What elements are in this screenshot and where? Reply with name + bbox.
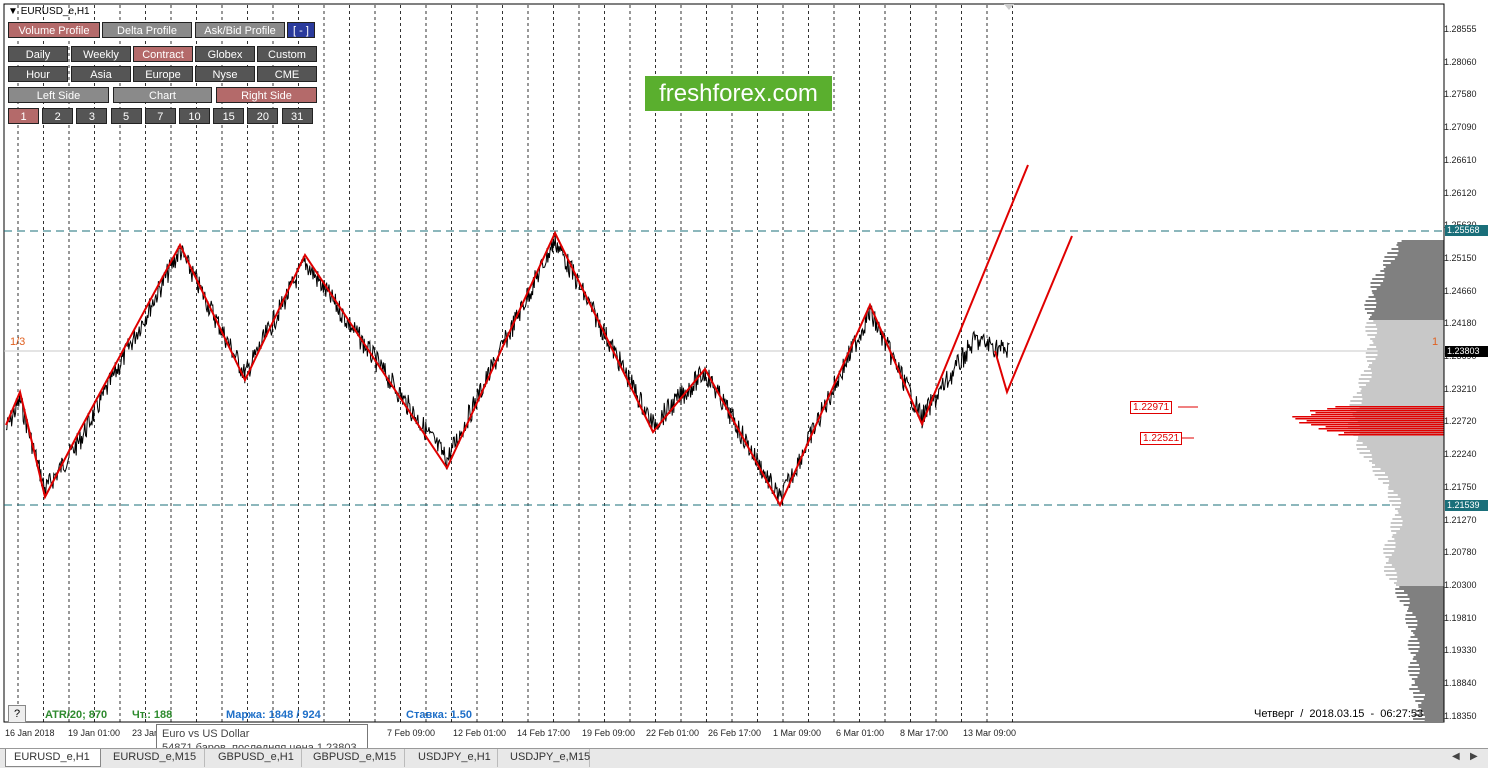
mode-button-3[interactable]: [ - ] <box>287 22 315 38</box>
time-tick-label: 8 Mar 17:00 <box>900 728 949 738</box>
price-tick-label: 1.18840 <box>1444 678 1477 688</box>
count-button-2[interactable]: 2 <box>42 108 74 124</box>
time-tick-label: 19 Feb 09:00 <box>582 728 636 738</box>
tooltip-line-1: Euro vs US Dollar <box>162 728 250 740</box>
time-tick-label: 7 Feb 09:00 <box>387 728 436 738</box>
price-tick-label: 1.26610 <box>1444 154 1477 165</box>
price-tick-label: 1.20780 <box>1444 547 1477 558</box>
time-tick-label: 16 Jan 2018 <box>5 728 55 738</box>
time-tick-label: 22 Feb 01:00 <box>646 728 700 738</box>
side-button-left-side[interactable]: Left Side <box>8 87 109 103</box>
count-button-15[interactable]: 15 <box>213 108 245 124</box>
time-tick-label: 12 Feb 01:00 <box>453 728 507 738</box>
session-button-nyse[interactable]: Nyse <box>195 66 255 82</box>
period-button-globex[interactable]: Globex <box>195 46 255 62</box>
rate-text: Ставка: 1.50 <box>406 709 472 721</box>
time-tick-label: 19 Jan 01:00 <box>68 728 121 738</box>
period-button-contract[interactable]: Contract <box>133 46 193 62</box>
mode-button-1[interactable]: Delta Profile <box>102 22 192 38</box>
price-tick-label: 1.23210 <box>1444 383 1477 394</box>
time-tick-label: 13 Mar 09:00 <box>963 728 1017 738</box>
price-tick-label: 1.18350 <box>1444 710 1477 721</box>
symbol-title: ▼ EURUSD_e,H1 <box>8 6 90 17</box>
time-tick-label: 1 Mar 09:00 <box>773 728 822 738</box>
time-tick-label: 6 Mar 01:00 <box>836 728 885 738</box>
current-price-badge: 1.23803 <box>1445 346 1488 357</box>
period-button-custom[interactable]: Custom <box>257 46 317 62</box>
price-tick-label: 1.26120 <box>1444 187 1477 198</box>
support-price-badge: 1.21539 <box>1445 500 1488 511</box>
count-button-3[interactable]: 3 <box>76 108 108 124</box>
count-button-7[interactable]: 7 <box>144 108 176 124</box>
resistance-price-badge: 1.25568 <box>1445 225 1488 236</box>
ticks-text: Чт.: 188 <box>132 709 173 721</box>
count-button-1[interactable]: 1 <box>8 108 39 124</box>
side-button-chart[interactable]: Chart <box>113 87 212 103</box>
period-button-weekly[interactable]: Weekly <box>71 46 131 62</box>
counter-left: 1/3 <box>10 336 26 348</box>
price-tick-label: 1.27090 <box>1444 122 1477 133</box>
tab-eurusd-e-h1[interactable]: EURUSD_e,H1 <box>5 749 101 767</box>
tab-gbpusd-e-m15[interactable]: GBPUSD_e,M15 <box>305 749 405 767</box>
mode-button-2[interactable]: Ask/Bid Profile <box>195 22 285 38</box>
session-button-cme[interactable]: CME <box>257 66 317 82</box>
price-tick-label: 1.20300 <box>1444 579 1477 590</box>
mode-button-0[interactable]: Volume Profile <box>8 22 100 38</box>
price-tick-label: 1.27580 <box>1444 89 1477 100</box>
price-tick-label: 1.21750 <box>1444 481 1477 492</box>
level-label-1: 1.22971 <box>1130 401 1173 414</box>
count-button-20[interactable]: 20 <box>247 108 279 124</box>
dropdown-triangle-icon[interactable]: ▼ <box>8 6 21 17</box>
margin-text: Маржа: 1848 / 924 <box>226 709 321 721</box>
price-tick-label: 1.24660 <box>1444 285 1477 296</box>
tab-usdjpy-e-m15[interactable]: USDJPY_e,M15 <box>502 749 590 767</box>
count-button-31[interactable]: 31 <box>281 108 313 124</box>
price-tick-label: 1.25150 <box>1444 252 1477 263</box>
counter-right: 1 <box>1432 336 1439 348</box>
price-tick-label: 1.28555 <box>1444 24 1477 34</box>
price-tick-label: 1.28060 <box>1444 56 1477 67</box>
time-tick-label: 26 Feb 17:00 <box>708 728 762 738</box>
price-tick-label: 1.19330 <box>1444 645 1477 656</box>
tab-usdjpy-e-h1[interactable]: USDJPY_e,H1 <box>410 749 498 767</box>
datetime-footer: Четверг / 2018.03.15 - 06:27:53 <box>1254 708 1424 720</box>
watermark: freshforex.com <box>645 76 832 111</box>
price-tick-label: 1.22240 <box>1444 449 1477 460</box>
help-button[interactable]: ? <box>8 705 26 723</box>
atr-text: ATR/20; 870 <box>45 709 108 721</box>
tab-scroll-right-icon[interactable]: ▶ <box>1470 751 1478 762</box>
tab-gbpusd-e-h1[interactable]: GBPUSD_e,H1 <box>210 749 302 767</box>
session-button-europe[interactable]: Europe <box>133 66 193 82</box>
price-tick-label: 1.24180 <box>1444 318 1477 329</box>
period-button-daily[interactable]: Daily <box>8 46 68 62</box>
level-label-2: 1.22521 <box>1140 432 1183 445</box>
tab-eurusd-e-m15[interactable]: EURUSD_e,M15 <box>105 749 205 767</box>
session-button-hour[interactable]: Hour <box>8 66 68 82</box>
side-button-right-side[interactable]: Right Side <box>216 87 317 103</box>
count-button-10[interactable]: 10 <box>179 108 210 124</box>
price-tick-label: 1.21270 <box>1444 514 1477 525</box>
time-tick-label: 14 Feb 17:00 <box>517 728 571 738</box>
tab-scroll-left-icon[interactable]: ◀ <box>1452 751 1460 762</box>
count-button-5[interactable]: 5 <box>110 108 142 124</box>
session-button-asia[interactable]: Asia <box>71 66 131 82</box>
time-tick-label: 23 Jan <box>132 728 160 738</box>
price-tick-label: 1.19810 <box>1444 612 1477 623</box>
price-tick-label: 1.22720 <box>1444 416 1477 427</box>
